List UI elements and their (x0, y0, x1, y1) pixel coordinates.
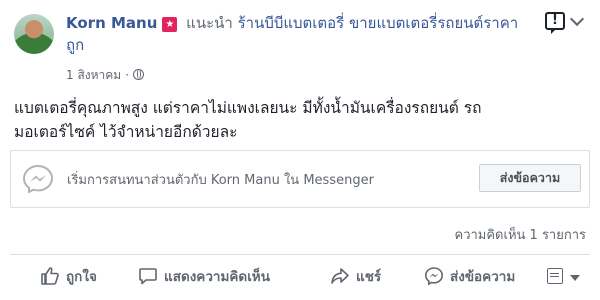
chevron-down-icon[interactable] (570, 275, 580, 281)
post-text: แบตเตอรี่คุณภาพสูง แต่ราคาไม่แพงเลยนะ มี… (14, 96, 586, 144)
avatar[interactable] (14, 14, 54, 54)
globe-icon[interactable] (133, 69, 145, 80)
messenger-icon (424, 267, 444, 286)
recommends-label: แนะนำ (186, 14, 233, 32)
comment-count-link[interactable]: ความคิดเห็น 1 รายการ (455, 224, 587, 245)
message-label: ส่งข้อความ (450, 269, 516, 285)
post-text-line: มอเตอร์ไซค์ ไว้จำหน่ายอีกด้วยละ (14, 123, 238, 141)
divider (10, 254, 590, 255)
thumbs-up-icon (41, 267, 59, 285)
recommendation-post: Korn Manu ★ แนะนำ ร้านบีบีแบตเตอรี่ ขายแบ… (0, 0, 600, 300)
share-button[interactable]: แชร์ (330, 262, 381, 292)
page-avatar-icon[interactable] (547, 268, 563, 284)
separator-dot: · (125, 68, 130, 82)
comment-bubble-icon (139, 268, 157, 285)
messenger-prompt-text: เริ่มการสนทนาส่วนตัวกับ Korn Manu ใน Mes… (67, 173, 374, 188)
send-message-action-button[interactable]: ส่งข้อความ (424, 262, 515, 292)
comment-label: แสดงความคิดเห็น (164, 269, 270, 285)
send-message-button[interactable]: ส่งข้อความ (479, 164, 581, 192)
share-label: แชร์ (356, 269, 382, 285)
like-label: ถูกใจ (66, 269, 97, 285)
post-header: Korn Manu ★ แนะนำ ร้านบีบีแบตเตอรี่ ขายแบ… (66, 12, 536, 56)
like-button[interactable]: ถูกใจ (40, 262, 97, 292)
report-icon: ! (552, 13, 558, 28)
post-meta: 1 สิงหาคม · (66, 66, 145, 84)
post-text-line: แบตเตอรี่คุณภาพสูง แต่ราคาไม่แพงเลยนะ มี… (14, 99, 482, 117)
messenger-icon (23, 165, 53, 193)
author-name-link[interactable]: Korn Manu (66, 14, 157, 32)
chevron-down-icon[interactable] (569, 11, 585, 27)
recommendation-star-icon: ★ (162, 17, 178, 32)
report-recommendation-button[interactable]: ! (545, 12, 565, 34)
share-arrow-icon (331, 268, 349, 284)
comment-button[interactable]: แสดงความคิดเห็น (138, 262, 270, 292)
post-date-link[interactable]: 1 สิงหาคม (66, 68, 121, 82)
action-bar: ถูกใจ แสดงความคิดเห็น แชร์ ส่งข้อความ (0, 262, 600, 292)
messenger-prompt-box: เริ่มการสนทนาส่วนตัวกับ Korn Manu ใน Mes… (10, 150, 590, 208)
